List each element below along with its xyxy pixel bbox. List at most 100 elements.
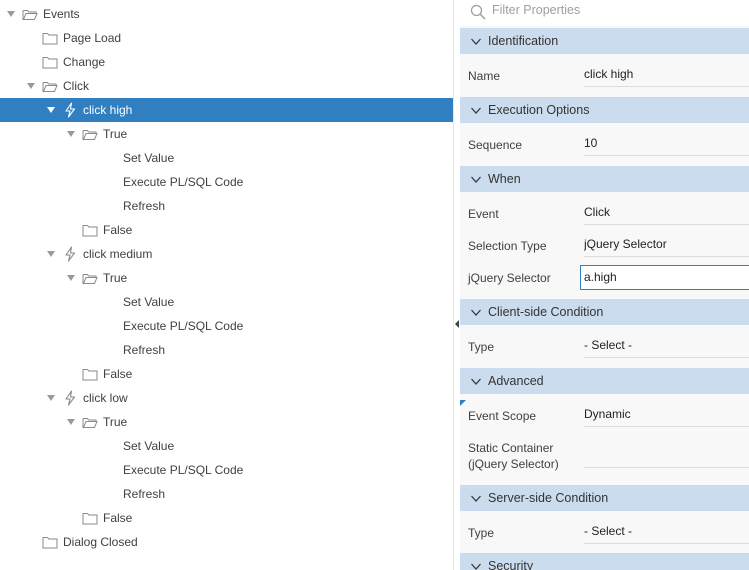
tree-node-label: Set Value [123,151,175,165]
prop-label: jQuery Selector [468,271,551,285]
folder-icon [42,26,58,50]
prop-name-row: Name click high [460,56,749,90]
group-server-side-condition[interactable]: Server-side Condition [460,485,749,511]
tree-node-change[interactable]: Change [0,50,453,74]
chevron-down-icon [470,561,482,570]
client-condition-type-select[interactable]: - Select - [584,334,749,358]
sequence-field[interactable]: 10 [584,132,749,156]
prop-label: Static Container [468,441,554,455]
expand-toggle-icon[interactable] [6,2,16,26]
tree-node-refresh[interactable]: Refresh [0,194,453,218]
tree-node-refresh[interactable]: Refresh [0,338,453,362]
tree-node-false[interactable]: False [0,506,453,530]
tree-node-refresh[interactable]: Refresh [0,482,453,506]
folder-open-icon [22,2,38,26]
tree-node-click-low[interactable]: click low [0,386,453,410]
lightning-icon [62,386,78,410]
group-execution-options[interactable]: Execution Options [460,97,749,123]
tree-node-label: click high [83,103,133,117]
event-scope-select[interactable]: Dynamic [584,403,749,427]
event-tree: Events Page Load Change Click click high… [0,0,453,570]
tree-node-set-value[interactable]: Set Value [0,434,453,458]
event-select[interactable]: Click [584,201,749,225]
group-identification[interactable]: Identification [460,28,749,54]
expand-toggle-icon[interactable] [66,122,76,146]
folder-icon [82,506,98,530]
prop-label: Name [468,69,501,83]
prop-label: Type [468,340,495,354]
prop-label: Sequence [468,138,523,152]
expand-toggle-icon[interactable] [66,410,76,434]
group-title: When [488,172,521,186]
group-advanced[interactable]: Advanced [460,368,749,394]
prop-server-type-row: Type - Select - [460,513,749,547]
prop-label: Event Scope [468,409,537,423]
tree-node-execute-plsql[interactable]: Execute PL/SQL Code [0,314,453,338]
tree-node-label: Set Value [123,295,175,309]
tree-node-click-high[interactable]: click high [0,98,453,122]
tree-node-page-load[interactable]: Page Load [0,26,453,50]
group-when[interactable]: When [460,166,749,192]
tree-node-true[interactable]: True [0,266,453,290]
tree-node-false[interactable]: False [0,218,453,242]
tree-node-label: Page Load [63,31,122,45]
tree-node-label: Refresh [123,487,166,501]
tree-node-execute-plsql[interactable]: Execute PL/SQL Code [0,170,453,194]
tree-node-false[interactable]: False [0,362,453,386]
tree-node-label: Events [43,7,80,21]
folder-icon [42,50,58,74]
tree-node-click[interactable]: Click [0,74,453,98]
selection-type-select[interactable]: jQuery Selector [584,233,749,257]
search-icon [470,4,486,20]
tree-node-label: Change [63,55,106,69]
static-container-input[interactable] [584,444,749,468]
chevron-down-icon [470,36,482,46]
lightning-icon [62,98,78,122]
group-title: Client-side Condition [488,305,604,319]
tree-node-label: Execute PL/SQL Code [123,463,244,477]
group-title: Advanced [488,374,544,388]
group-title: Server-side Condition [488,491,609,505]
chevron-down-icon [470,307,482,317]
expand-toggle-icon[interactable] [26,74,36,98]
folder-icon [82,362,98,386]
folder-icon [82,218,98,242]
tree-node-label: Dialog Closed [63,535,138,549]
tree-node-label: False [103,223,133,237]
prop-label: (jQuery Selector) [468,457,559,471]
jquery-selector-input[interactable]: a.high [580,265,749,290]
tree-node-label: Execute PL/SQL Code [123,175,244,189]
server-condition-type-select[interactable]: - Select - [584,520,749,544]
folder-open-icon [82,266,98,290]
tree-node-label: True [103,127,128,141]
folder-icon [42,530,58,554]
expand-toggle-icon[interactable] [46,386,56,410]
tree-node-label: click low [83,391,128,405]
expand-toggle-icon[interactable] [46,98,56,122]
pane-splitter[interactable] [453,0,460,570]
tree-node-dialog-closed[interactable]: Dialog Closed [0,530,453,554]
expand-toggle-icon[interactable] [66,266,76,290]
name-field[interactable]: click high [584,63,749,87]
group-security[interactable]: Security [460,553,749,570]
tree-node-label: Set Value [123,439,175,453]
chevron-down-icon [470,376,482,386]
tree-node-events[interactable]: Events [0,2,453,26]
tree-node-click-medium[interactable]: click medium [0,242,453,266]
group-client-side-condition[interactable]: Client-side Condition [460,299,749,325]
group-title: Security [488,559,534,570]
prop-label: Selection Type [468,239,547,253]
tree-node-execute-plsql[interactable]: Execute PL/SQL Code [0,458,453,482]
tree-node-true[interactable]: True [0,122,453,146]
prop-static-container-row: Static Container (jQuery Selector) [460,430,749,484]
tree-node-true[interactable]: True [0,410,453,434]
collapse-arrow-icon[interactable] [455,320,459,328]
expand-toggle-icon[interactable] [46,242,56,266]
prop-sequence-row: Sequence 10 [460,125,749,159]
tree-node-set-value[interactable]: Set Value [0,290,453,314]
tree-node-set-value[interactable]: Set Value [0,146,453,170]
filter-properties-input[interactable]: Filter Properties [492,3,580,17]
chevron-down-icon [470,105,482,115]
property-editor: Filter Properties Identification Name cl… [460,0,749,570]
prop-selection-type-row: Selection Type jQuery Selector [460,226,749,258]
